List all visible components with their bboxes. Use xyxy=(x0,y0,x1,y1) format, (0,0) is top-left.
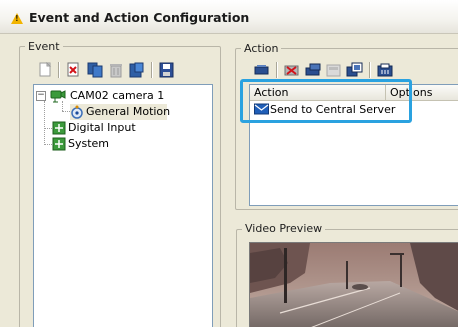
tree-line xyxy=(62,111,70,112)
delete-action-icon[interactable] xyxy=(283,62,301,78)
trash-icon[interactable] xyxy=(107,62,125,78)
title-bar: ! Event and Action Configuration xyxy=(0,0,458,34)
save-icon[interactable] xyxy=(158,62,176,78)
camera-icon xyxy=(50,89,66,108)
tree-line xyxy=(44,128,52,129)
new-icon[interactable] xyxy=(36,61,54,78)
tree-line xyxy=(44,144,52,145)
copy-action-icon[interactable] xyxy=(346,62,364,78)
toolbar-separator xyxy=(276,62,278,78)
toolbar-separator xyxy=(369,62,371,78)
action-group-label: Action xyxy=(241,42,282,55)
tree-line xyxy=(44,101,45,145)
toolbar-separator xyxy=(151,62,153,78)
warning-icon: ! xyxy=(11,13,23,24)
add-action-icon[interactable] xyxy=(253,62,271,78)
toolbar-separator xyxy=(58,62,60,78)
video-preview-label: Video Preview xyxy=(242,222,326,235)
collapse-icon[interactable]: − xyxy=(36,91,46,101)
digital-input-label: Digital Input xyxy=(68,121,136,134)
street-scene-image xyxy=(250,243,458,327)
camera-label: CAM02 camera 1 xyxy=(70,89,165,102)
event-tree: − CAM02 camera 1 General Motion Digital … xyxy=(33,84,213,327)
copy-icon[interactable] xyxy=(86,62,104,78)
window-title: Event and Action Configuration xyxy=(29,10,250,25)
delete-red-icon[interactable] xyxy=(65,62,83,78)
video-preview-image xyxy=(249,242,458,327)
highlight-box xyxy=(240,79,412,123)
general-motion-label: General Motion xyxy=(86,105,171,118)
config-window: ! Event and Action Configuration Event −… xyxy=(0,0,458,327)
edit-action-icon[interactable] xyxy=(304,62,322,78)
paste-icon[interactable] xyxy=(128,62,146,78)
test-action-icon[interactable] xyxy=(376,62,394,78)
disabled-action-icon[interactable] xyxy=(325,62,343,78)
system-icon xyxy=(52,137,66,156)
system-label: System xyxy=(68,137,110,150)
event-group-label: Event xyxy=(25,40,63,53)
tree-item-general-motion[interactable]: General Motion xyxy=(70,104,171,120)
